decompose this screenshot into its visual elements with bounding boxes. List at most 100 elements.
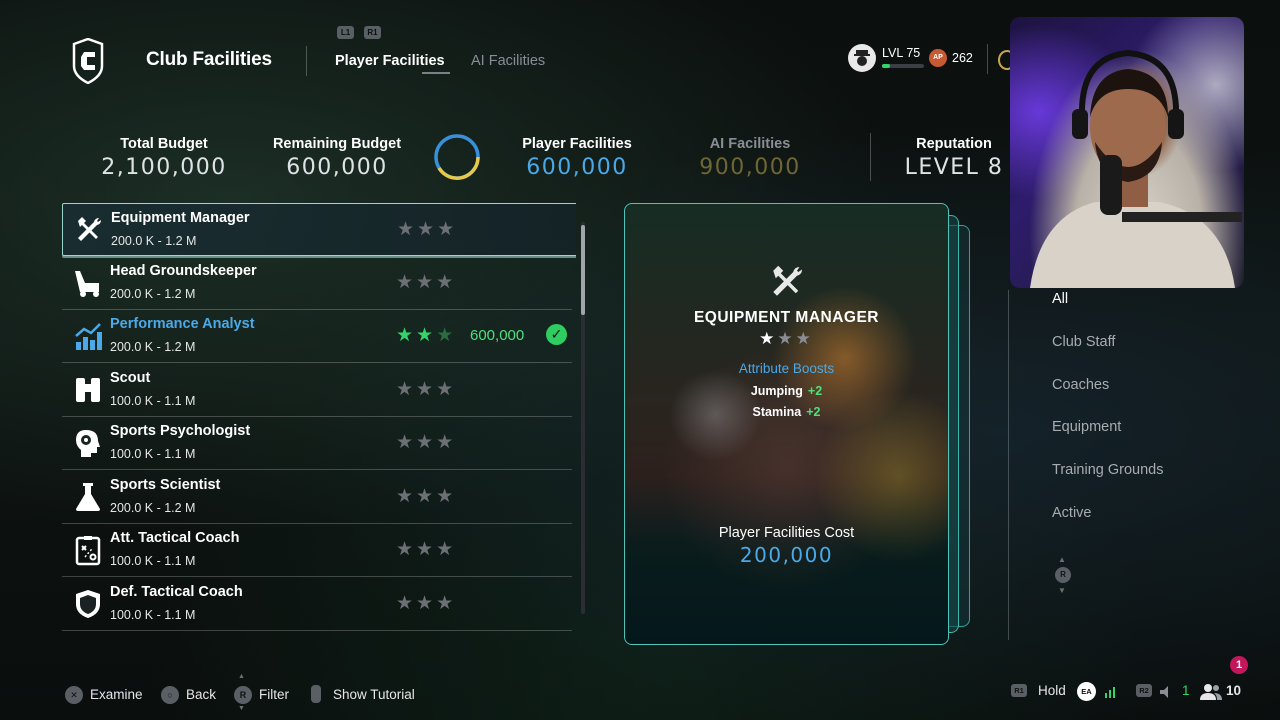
remaining-budget-label: Remaining Budget bbox=[272, 136, 402, 152]
star-rating: ★★★ bbox=[396, 539, 457, 560]
total-budget-value: 2,100,000 bbox=[101, 155, 227, 180]
list-scrollbar-thumb[interactable] bbox=[581, 225, 585, 315]
facility-row-scout[interactable]: Scout 100.0 K - 1.1 M ★★★ bbox=[62, 364, 572, 417]
ap-icon: AP bbox=[929, 49, 947, 67]
facility-row-equipment-manager[interactable]: Equipment Manager 200.0 K - 1.2 M ★★★ bbox=[62, 203, 576, 256]
facility-row-performance-analyst[interactable]: Performance Analyst 200.0 K - 1.2 M ★★★ … bbox=[62, 310, 572, 363]
r-stick-button-icon: R bbox=[234, 686, 252, 704]
facility-name: Sports Scientist bbox=[110, 477, 221, 493]
filter-coaches[interactable]: Coaches bbox=[1052, 377, 1109, 393]
page-title: Club Facilities bbox=[146, 49, 272, 70]
player-facilities-value: 600,000 bbox=[526, 155, 628, 180]
level-label: LVL 75 bbox=[882, 46, 921, 60]
star-rating: ★★★ bbox=[396, 379, 457, 400]
touchpad-button-icon bbox=[311, 685, 321, 703]
facility-price-range: 100.0 K - 1.1 M bbox=[110, 608, 196, 622]
examine-hint[interactable]: Examine bbox=[90, 687, 143, 702]
filter-hint[interactable]: Filter bbox=[259, 687, 289, 702]
l1-button-hint: L1 bbox=[337, 26, 354, 39]
card-star-rating: ★★★ bbox=[759, 329, 814, 348]
webcam-figure bbox=[1030, 49, 1242, 288]
ap-value: 262 bbox=[952, 51, 973, 65]
facility-price-range: 200.0 K - 1.2 M bbox=[110, 287, 196, 301]
attribute-boost-row: Stamina +2 bbox=[625, 405, 948, 419]
star-rating: ★★★ bbox=[396, 593, 457, 614]
facility-name: Equipment Manager bbox=[111, 210, 250, 226]
xp-progress-fill bbox=[882, 64, 890, 68]
lawnmower-icon bbox=[75, 271, 99, 297]
notification-badge[interactable]: 1 bbox=[1230, 656, 1248, 674]
star-rating: ★★★ bbox=[396, 432, 457, 453]
tab-player-facilities[interactable]: Player Facilities bbox=[335, 53, 445, 69]
facility-name: Att. Tactical Coach bbox=[110, 530, 240, 546]
ea-logo-icon: EA bbox=[1077, 682, 1096, 701]
filter-active[interactable]: Active bbox=[1052, 505, 1092, 521]
boost-attr: Jumping bbox=[750, 384, 803, 398]
ai-facilities-value: 900,000 bbox=[699, 155, 801, 180]
facility-row-head-groundskeeper[interactable]: Head Groundskeeper 200.0 K - 1.2 M ★★★ bbox=[62, 257, 572, 310]
tab-ai-facilities[interactable]: AI Facilities bbox=[471, 53, 545, 69]
boost-value: +2 bbox=[806, 405, 821, 419]
boost-value: +2 bbox=[807, 384, 823, 398]
circle-button-icon: ○ bbox=[161, 686, 179, 704]
r-stick-up-icon: ▲ bbox=[238, 673, 245, 680]
binoculars-icon bbox=[76, 378, 100, 402]
green-count: 1 bbox=[1182, 683, 1190, 698]
facility-cost: 600,000 bbox=[470, 327, 525, 344]
filter-divider bbox=[1008, 290, 1009, 640]
facility-row-def-tactical-coach[interactable]: Def. Tactical Coach 100.0 K - 1.1 M ★★★ bbox=[62, 578, 572, 631]
active-tab-indicator bbox=[422, 72, 450, 74]
friends-icon bbox=[1200, 684, 1222, 700]
header-divider bbox=[306, 46, 307, 76]
ai-facilities-budget: AI Facilities 900,000 bbox=[665, 136, 835, 180]
facility-row-sports-psychologist[interactable]: Sports Psychologist 100.0 K - 1.1 M ★★★ bbox=[62, 417, 572, 470]
facility-row-sports-scientist[interactable]: Sports Scientist 200.0 K - 1.2 M ★★★ bbox=[62, 471, 572, 524]
facility-price-range: 200.0 K - 1.2 M bbox=[111, 234, 197, 248]
filter-all[interactable]: All bbox=[1052, 291, 1068, 307]
fc-logo-icon bbox=[72, 38, 104, 84]
back-hint[interactable]: Back bbox=[186, 687, 216, 702]
filter-r-stick-hint: R bbox=[1055, 567, 1071, 583]
filter-club-staff[interactable]: Club Staff bbox=[1052, 334, 1115, 350]
facility-row-att-tactical-coach[interactable]: Att. Tactical Coach 100.0 K - 1.1 M ★★★ bbox=[62, 524, 572, 577]
r-stick-down-icon: ▼ bbox=[238, 705, 245, 712]
player-facilities-label: Player Facilities bbox=[522, 136, 632, 152]
friends-count: 10 bbox=[1226, 683, 1242, 698]
tools-icon bbox=[773, 265, 802, 296]
facility-name: Scout bbox=[110, 370, 151, 386]
player-facilities-budget: Player Facilities 600,000 bbox=[492, 136, 662, 180]
show-tutorial-hint[interactable]: Show Tutorial bbox=[333, 687, 415, 702]
facility-name: Sports Psychologist bbox=[110, 423, 251, 439]
filter-training-grounds[interactable]: Training Grounds bbox=[1052, 462, 1164, 478]
card-cost-label: Player Facilities Cost bbox=[718, 525, 855, 541]
facilities-list: Equipment Manager 200.0 K - 1.2 M ★★★ He… bbox=[62, 203, 576, 633]
manager-avatar-icon bbox=[848, 44, 876, 72]
owned-check-icon: ✓ bbox=[546, 324, 567, 345]
star-rating: ★★★ bbox=[396, 486, 457, 507]
total-budget: Total Budget 2,100,000 bbox=[79, 136, 249, 180]
budget-split-ring bbox=[434, 134, 480, 180]
shield-icon bbox=[76, 590, 100, 618]
card-title: EQUIPMENT MANAGER bbox=[693, 309, 880, 326]
brain-head-icon bbox=[76, 430, 100, 457]
signal-icon bbox=[1105, 687, 1115, 698]
filter-equipment[interactable]: Equipment bbox=[1052, 419, 1121, 435]
facility-price-range: 200.0 K - 1.2 M bbox=[110, 340, 196, 354]
star-rating: ★★★ bbox=[396, 325, 457, 346]
attribute-boost-row: Jumping +2 bbox=[625, 384, 948, 398]
speaker-icon bbox=[1160, 686, 1168, 698]
chart-icon bbox=[75, 323, 102, 350]
star-rating: ★★★ bbox=[397, 219, 458, 240]
r1-button-icon: R1 bbox=[1011, 684, 1027, 697]
streamer-webcam bbox=[1010, 17, 1244, 288]
filter-scroll-up-icon: ▲ bbox=[1058, 555, 1066, 564]
facility-price-range: 200.0 K - 1.2 M bbox=[110, 501, 196, 515]
card-cost-value: 200,000 bbox=[739, 543, 834, 567]
facility-name: Performance Analyst bbox=[110, 316, 255, 332]
tools-icon bbox=[78, 217, 101, 241]
facility-name: Def. Tactical Coach bbox=[110, 584, 243, 600]
facility-detail-card[interactable]: EQUIPMENT MANAGER ★★★ Attribute Boosts J… bbox=[624, 203, 949, 645]
facility-price-range: 100.0 K - 1.1 M bbox=[110, 394, 196, 408]
attribute-boosts-heading: Attribute Boosts bbox=[738, 361, 835, 376]
r1-button-hint: R1 bbox=[364, 26, 381, 39]
